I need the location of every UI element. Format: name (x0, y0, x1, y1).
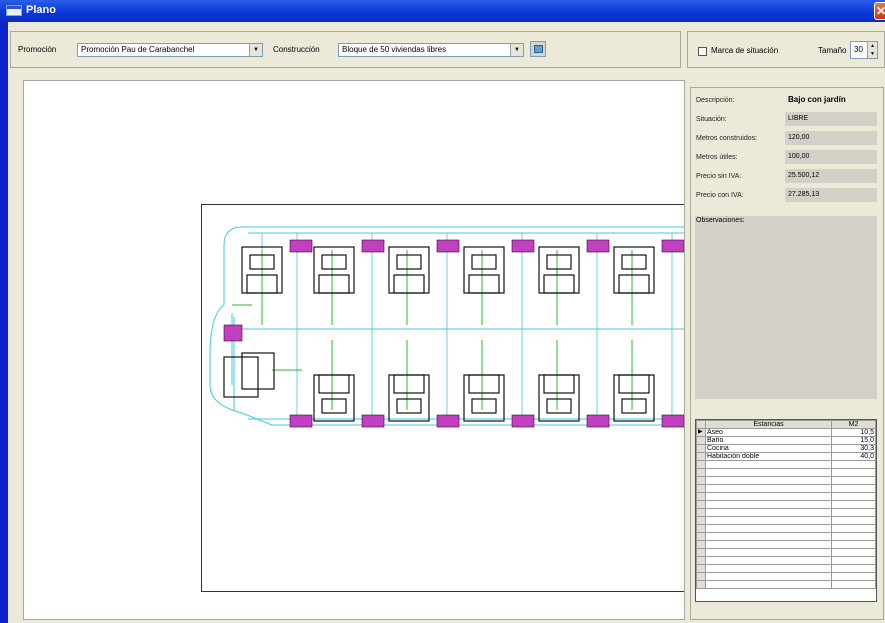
plan-partitions (232, 250, 633, 410)
parking-blocks (223, 239, 684, 428)
floor-plan-drawing (209, 226, 684, 428)
spin-arrows[interactable]: ▲ ▼ (867, 42, 877, 58)
unit-info-panel: Descripción: Bajo con jardín Situación: … (690, 87, 884, 620)
table-row[interactable]: Cocina 30,3 (696, 444, 876, 453)
top-units (241, 246, 655, 294)
view-plan-button[interactable] (530, 41, 546, 57)
cell-estancia[interactable]: Habitación doble (705, 452, 832, 461)
close-button[interactable]: ✕ (874, 2, 885, 20)
chevron-down-icon[interactable]: ▼ (249, 44, 262, 56)
table-row[interactable]: ▶ Aseo 10,5 (696, 428, 876, 437)
header-indicator (696, 420, 706, 429)
client-area: Promoción Promoción Pau de Carabanchel ▼… (8, 22, 885, 623)
image-icon (534, 45, 543, 53)
row-selector (696, 452, 706, 461)
promocion-select[interactable]: Promoción Pau de Carabanchel ▼ (77, 43, 263, 57)
table-header-row: Estancias M2 (696, 420, 876, 429)
empty-row (696, 484, 876, 493)
window-icon (6, 5, 22, 16)
empty-row (696, 564, 876, 573)
window-title: Plano (26, 4, 56, 16)
floor-plan-sheet (201, 204, 684, 592)
marca-checkbox[interactable] (698, 47, 707, 56)
observaciones-label: Observaciones: (696, 217, 745, 224)
cell-m2[interactable]: 15,0 (831, 436, 876, 445)
precio-sin-iva-label: Precio sin IVA: (696, 173, 742, 180)
plan-canvas[interactable] (23, 80, 685, 620)
empty-row (696, 508, 876, 517)
construccion-select[interactable]: Bloque de 50 viviendas libres ▼ (338, 43, 524, 57)
tamano-label: Tamaño (818, 46, 847, 55)
plan-walls (232, 233, 684, 415)
precio-con-iva-value: 27.285,13 (785, 188, 877, 202)
empty-row (696, 492, 876, 501)
metros-utiles-value: 100,00 (785, 150, 877, 164)
observaciones-box: Observaciones: (695, 216, 877, 399)
promocion-label: Promoción (18, 45, 57, 54)
cell-m2[interactable]: 10,5 (831, 428, 876, 437)
header-m2[interactable]: M2 (831, 420, 876, 429)
empty-row (696, 476, 876, 485)
descripcion-label: Descripción: (696, 97, 735, 104)
estancias-table: Estancias M2 ▶ Aseo 10,5 Baño 15,0 Cocin… (696, 420, 876, 589)
row-selector (696, 436, 706, 445)
row-selector-icon: ▶ (696, 428, 706, 437)
tamano-value: 30 (854, 45, 863, 54)
empty-row (696, 524, 876, 533)
empty-row (696, 572, 876, 581)
empty-row (696, 580, 876, 589)
construccion-value: Bloque de 50 viviendas libres (342, 45, 447, 54)
spin-down-icon[interactable]: ▼ (870, 51, 875, 57)
metros-construidos-label: Metros construidos: (696, 135, 758, 142)
title-bar: Plano ✕ (0, 0, 885, 22)
metros-construidos-value: 120,00 (785, 131, 877, 145)
table-row[interactable]: Habitación doble 40,0 (696, 452, 876, 461)
tamano-spinner[interactable]: 30 ▲ ▼ (850, 41, 878, 59)
cell-estancia[interactable]: Cocina (705, 444, 832, 453)
spin-up-icon[interactable]: ▲ (870, 43, 875, 49)
marker-toolbar: Marca de situación Tamaño 30 ▲ ▼ (687, 31, 885, 68)
metros-utiles-label: Metros útiles: (696, 154, 738, 161)
construccion-label: Construcción (273, 45, 320, 54)
situacion-value: LIBRE (785, 112, 877, 126)
promocion-value: Promoción Pau de Carabanchel (81, 45, 195, 54)
filter-toolbar: Promoción Promoción Pau de Carabanchel ▼… (10, 31, 681, 68)
empty-row (696, 468, 876, 477)
bottom-units (223, 352, 655, 422)
empty-row (696, 556, 876, 565)
empty-row (696, 540, 876, 549)
empty-row (696, 500, 876, 509)
empty-row (696, 532, 876, 541)
cell-estancia[interactable]: Baño (705, 436, 832, 445)
table-row[interactable]: Baño 15,0 (696, 436, 876, 445)
empty-row (696, 460, 876, 469)
situacion-label: Situación: (696, 116, 727, 123)
cell-m2[interactable]: 40,0 (831, 452, 876, 461)
descripcion-value: Bajo con jardín (788, 95, 846, 104)
cell-estancia[interactable]: Aseo (705, 428, 832, 437)
chevron-down-icon[interactable]: ▼ (510, 44, 523, 56)
empty-row (696, 516, 876, 525)
precio-con-iva-label: Precio con IVA: (696, 192, 744, 199)
cell-m2[interactable]: 30,3 (831, 444, 876, 453)
estancias-grid[interactable]: Estancias M2 ▶ Aseo 10,5 Baño 15,0 Cocin… (695, 419, 877, 602)
header-estancias[interactable]: Estancias (705, 420, 832, 429)
marca-label: Marca de situación (711, 46, 779, 55)
precio-sin-iva-value: 25.500,12 (785, 169, 877, 183)
empty-row (696, 548, 876, 557)
row-selector (696, 444, 706, 453)
